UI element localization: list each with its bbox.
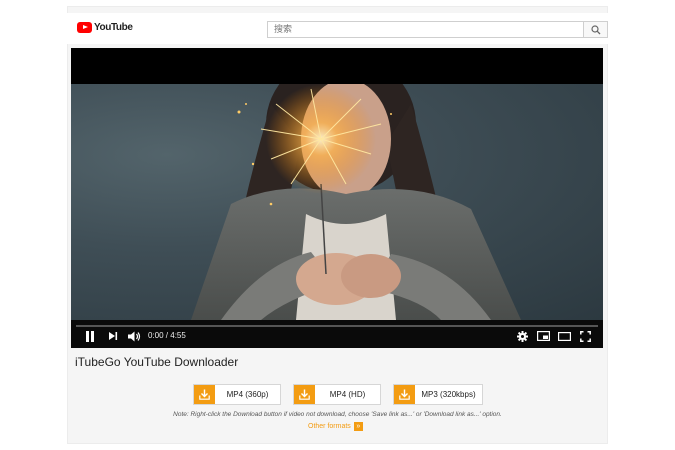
next-icon — [109, 332, 118, 340]
download-note: Note: Right-click the Download button if… — [173, 411, 502, 418]
video-thumbnail-image — [191, 84, 521, 320]
download-icon — [194, 385, 215, 404]
download-icon — [294, 385, 315, 404]
other-formats-label: Other formats — [308, 423, 351, 430]
download-button-label: MP3 (320kbps) — [421, 390, 476, 399]
volume-button[interactable] — [127, 330, 141, 342]
settings-icon — [516, 330, 528, 342]
pause-button[interactable] — [84, 330, 96, 342]
youtube-play-logo-icon — [77, 22, 92, 33]
youtube-logo[interactable]: YouTube — [77, 22, 133, 33]
next-button[interactable] — [107, 330, 119, 342]
progress-bar[interactable] — [76, 325, 598, 327]
youtube-header: YouTube — [67, 13, 608, 44]
video-player[interactable]: 0:00 / 4:55 — [71, 48, 603, 348]
fullscreen-icon — [579, 330, 591, 342]
fullscreen-button[interactable] — [578, 330, 592, 342]
video-frame[interactable] — [71, 84, 603, 320]
theater-mode-icon — [557, 331, 571, 341]
pause-icon — [86, 330, 94, 342]
download-icon — [394, 385, 415, 404]
download-button-label: MP4 (360p) — [226, 390, 269, 399]
double-chevron-down-icon: » — [353, 422, 363, 431]
settings-button[interactable] — [516, 330, 528, 342]
download-button-label: MP4 (HD) — [329, 390, 366, 399]
miniplayer-icon — [536, 331, 550, 341]
volume-icon — [127, 331, 140, 341]
download-mp3-320kbps-button[interactable]: MP3 (320kbps) — [393, 384, 483, 405]
time-display: 0:00 / 4:55 — [148, 331, 186, 340]
search-icon — [590, 24, 600, 34]
downloader-title: iTubeGo YouTube Downloader — [75, 355, 239, 369]
other-formats-link[interactable]: Other formats » — [308, 422, 363, 431]
search-input[interactable] — [267, 21, 584, 38]
download-mp4-hd-button[interactable]: MP4 (HD) — [293, 384, 381, 405]
miniplayer-button[interactable] — [536, 330, 550, 342]
download-mp4-360p-button[interactable]: MP4 (360p) — [193, 384, 281, 405]
theater-mode-button[interactable] — [557, 330, 571, 342]
search-button[interactable] — [584, 21, 608, 38]
logo-text: YouTube — [94, 22, 133, 33]
